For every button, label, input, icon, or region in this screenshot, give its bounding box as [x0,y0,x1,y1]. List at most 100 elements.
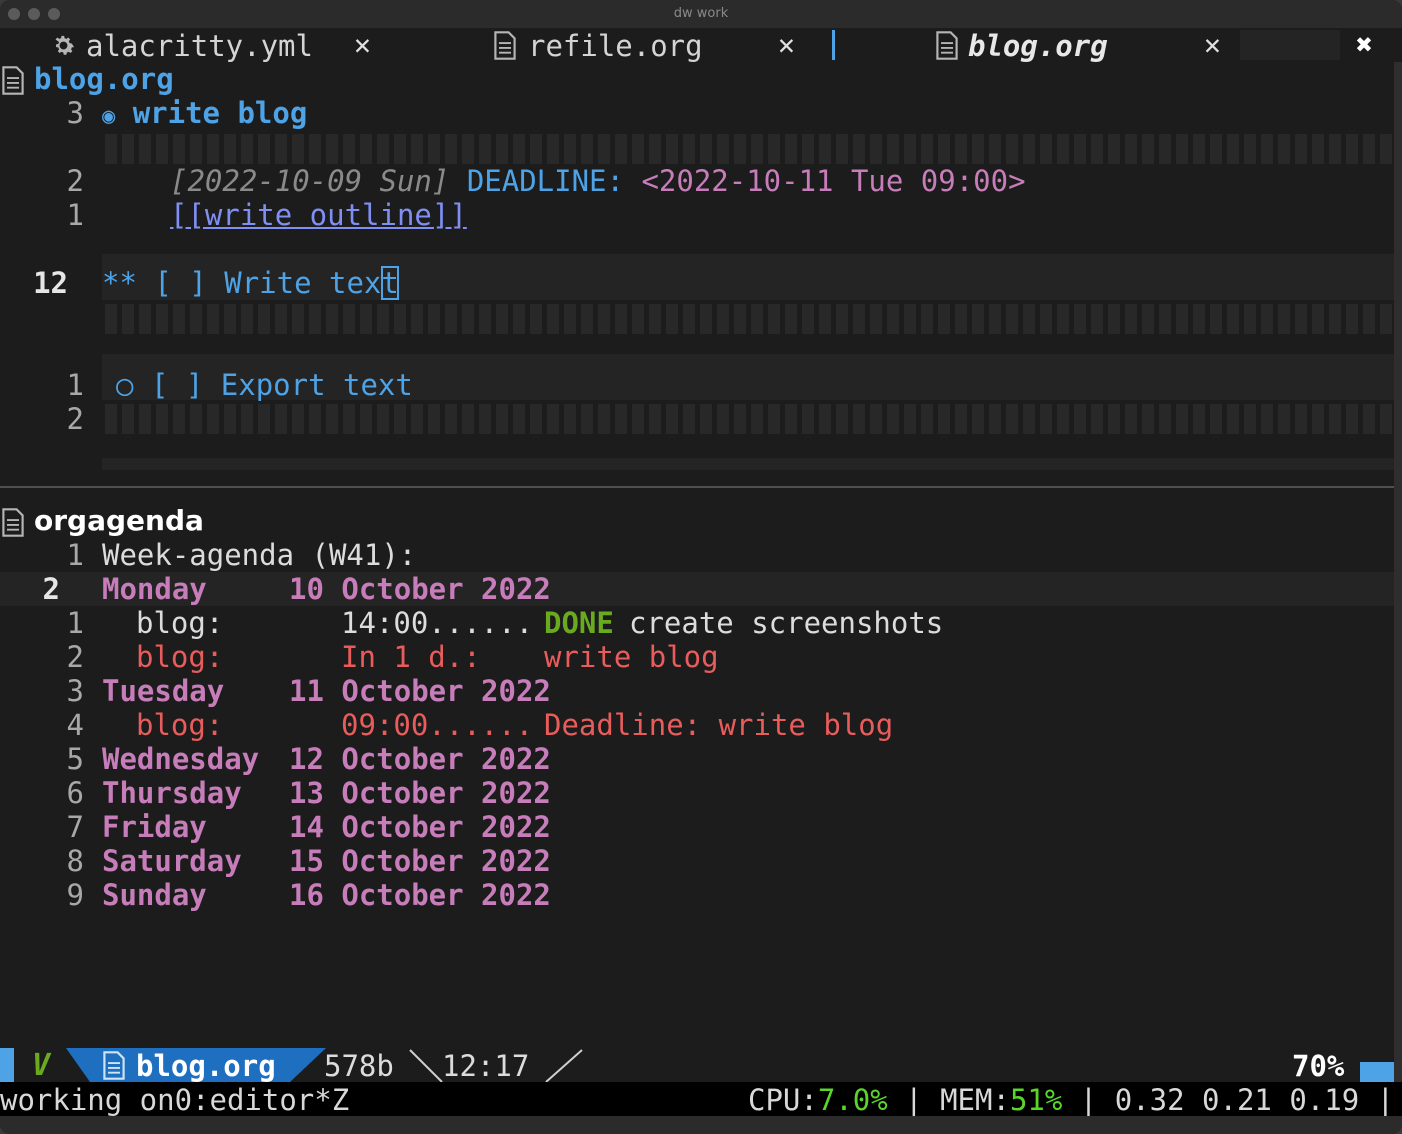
file-icon [2,508,24,537]
tab-label: blog.org [968,29,1108,63]
agenda-time: 09:00...... [341,708,534,742]
heading-line[interactable]: ◉ write blog [102,96,307,130]
list-bullet: ○ [116,368,134,402]
file-icon [2,66,24,95]
tab-refile[interactable]: refile.org ✕ [420,28,840,63]
agenda-header: Week-agenda (W41): [102,538,417,572]
agenda-date: 16 October 2022 [289,878,551,912]
modeline-separator [409,1049,443,1082]
terminal-window: dw work alacritty.yml ✕ refile.org ✕ blo… [0,0,1402,1134]
deadline-line[interactable]: [2022-10-09 Sun] DEADLINE: <2022-10-11 T… [170,164,1026,198]
agenda-category: blog: [136,708,224,742]
line-number: 3 [66,674,84,708]
list-item-text: Export text [220,368,413,402]
modeline-separator [545,1049,583,1082]
tab-bar: alacritty.yml ✕ refile.org ✕ blog.org ✕ … [0,28,1402,63]
agenda-day: Sunday [102,878,207,912]
placeholder-glyph-row [102,304,1394,334]
stat-separator: | [1376,1083,1395,1117]
agenda-date: 11 October 2022 [289,674,551,708]
line-number: 1 [66,198,84,232]
current-heading-line[interactable]: ** [ ] Write text [102,266,399,300]
deadline-keyword: DEADLINE: [466,164,624,198]
mem-value: 51% [1009,1083,1063,1117]
load-average: 0.32 0.21 0.19 [1114,1083,1360,1117]
line-number: 8 [66,844,84,878]
list-item[interactable]: ○ [ ] Export text [116,368,413,402]
line-number: 6 [66,776,84,810]
deadline-date: <2022-10-11 Tue 09:00> [641,164,1026,198]
line-number: 5 [66,742,84,776]
agenda-day: Monday [102,572,207,606]
line-number: 9 [66,878,84,912]
window-bottom-edge [0,1116,1402,1134]
agenda-entry-text: write blog [544,640,719,674]
tab-blog[interactable]: blog.org ✕ [840,28,1240,63]
agenda-date: 12 October 2022 [289,742,551,776]
line-number: 2 [66,402,84,436]
vim-mode-icon: V [32,1048,51,1083]
window-title: dw work [673,6,729,21]
file-icon [494,31,516,60]
current-line-highlight [0,572,1394,606]
agenda-date: 13 October 2022 [289,776,551,810]
line-number-current: 12 [33,266,68,300]
cursor: t [381,266,399,300]
agenda-buffer-name: orgagenda [34,504,204,537]
line-number: 1 [66,368,84,402]
tmux-session: working on0:editor*Z [0,1083,350,1117]
stat-separator: | [1079,1083,1098,1117]
line-band [102,458,1394,470]
line-number: 3 [66,96,84,130]
agenda-entry-text: Deadline: write blog [544,708,894,742]
tab-alacritty[interactable]: alacritty.yml ✕ [0,28,420,63]
cpu-label: CPU: [748,1083,818,1117]
checkbox[interactable]: [ ] [151,368,203,402]
pane-divider[interactable] [0,486,1394,488]
inactive-timestamp: [2022-10-09 Sun] [170,164,450,198]
placeholder-glyph-row [102,134,1394,164]
line-number: 2 [66,164,84,198]
agenda-time: In 1 d.: [341,640,481,674]
agenda-date: 15 October 2022 [289,844,551,878]
heading-stars: ** [102,266,137,300]
scrollbar[interactable] [1394,62,1402,1082]
org-link[interactable]: [[write outline]] [170,198,467,232]
line-number: 1 [66,606,84,640]
placeholder-glyph-row [102,404,1394,434]
line-number: 7 [66,810,84,844]
heading-text: write blog [132,96,308,130]
line-number: 1 [66,538,84,572]
line-number: 2 [42,572,60,606]
line-number: 4 [66,708,84,742]
modeline-position: 12:17 [442,1049,530,1083]
agenda-category: blog: [136,606,224,640]
mem-label: MEM: [940,1083,1010,1117]
tab-close-button[interactable]: ✕ [1204,28,1221,61]
tab-close-button[interactable]: ✕ [354,28,371,61]
checkbox[interactable]: [ ] [154,266,206,300]
tab-label: refile.org [528,29,703,63]
todo-state-done: DONE [544,606,614,640]
agenda-category: blog: [136,640,224,674]
system-stats: CPU:7.0% | MEM:51% | 0.32 0.21 0.19 | [748,1083,1394,1117]
title-bar: dw work [0,0,1402,29]
buffer-name: blog.org [34,62,174,96]
close-all-tabs-button[interactable]: ✖ [1356,28,1373,61]
modeline-percent: 70% [1292,1049,1345,1083]
file-icon [103,1051,125,1080]
cpu-value: 7.0% [817,1083,888,1117]
agenda-date: 10 October 2022 [289,572,551,606]
gear-icon [55,35,75,55]
modeline: V blog.org 578b 12:17 70% [0,1048,1394,1083]
agenda-day: Thursday [102,776,242,810]
agenda-day: Friday [102,810,207,844]
modeline-scroll-indicator [1360,1062,1394,1082]
agenda-time: 14:00...... [341,606,534,640]
agenda-date: 14 October 2022 [289,810,551,844]
modeline-buffer-name[interactable]: blog.org [136,1049,276,1083]
tab-close-button[interactable]: ✕ [778,28,795,61]
stat-separator: | [905,1083,923,1117]
modeline-window-indicator [0,1048,14,1082]
tab-bar-spacer [1240,30,1340,60]
